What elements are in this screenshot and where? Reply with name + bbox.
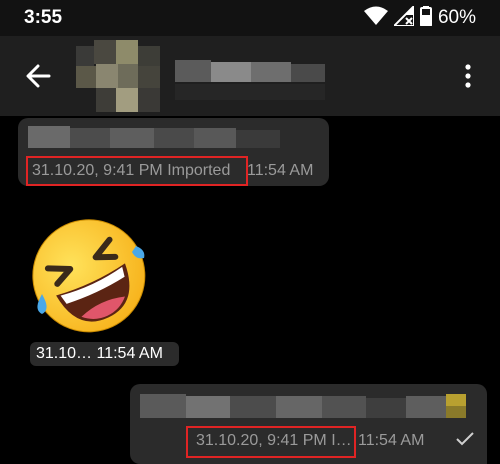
more-vertical-icon xyxy=(465,64,471,88)
check-icon xyxy=(456,432,474,446)
rolling-on-the-floor-laughing-emoji xyxy=(32,219,146,333)
annotation-highlight-box xyxy=(186,426,356,458)
battery-icon xyxy=(419,5,432,31)
annotation-highlight-box xyxy=(26,156,248,186)
chat-screen: 3:55 60% 31.10.20, 9:41 PM Imported 11:5… xyxy=(0,0,500,464)
message-time: 11:54 AM xyxy=(358,432,425,449)
status-time: 3:55 xyxy=(24,7,63,28)
overflow-menu-button[interactable] xyxy=(456,58,480,94)
wifi-icon xyxy=(363,6,388,31)
message-text-redacted xyxy=(28,126,280,148)
cellular-no-signal-icon xyxy=(391,3,415,31)
conversation-header xyxy=(0,36,500,116)
message-text-redacted xyxy=(140,394,466,418)
contact-avatar[interactable] xyxy=(76,40,166,112)
arrow-left-icon xyxy=(26,64,51,88)
battery-percentage: 60% xyxy=(437,7,476,28)
status-icons: 60% xyxy=(363,3,476,31)
sticker-message[interactable] xyxy=(24,210,152,338)
message-time: 11:54 AM xyxy=(247,162,314,179)
back-button[interactable] xyxy=(20,58,56,94)
sticker-timestamp: 31.10… 11:54 AM xyxy=(30,342,179,366)
status-bar: 3:55 60% xyxy=(0,0,500,36)
contact-name[interactable] xyxy=(175,46,330,112)
